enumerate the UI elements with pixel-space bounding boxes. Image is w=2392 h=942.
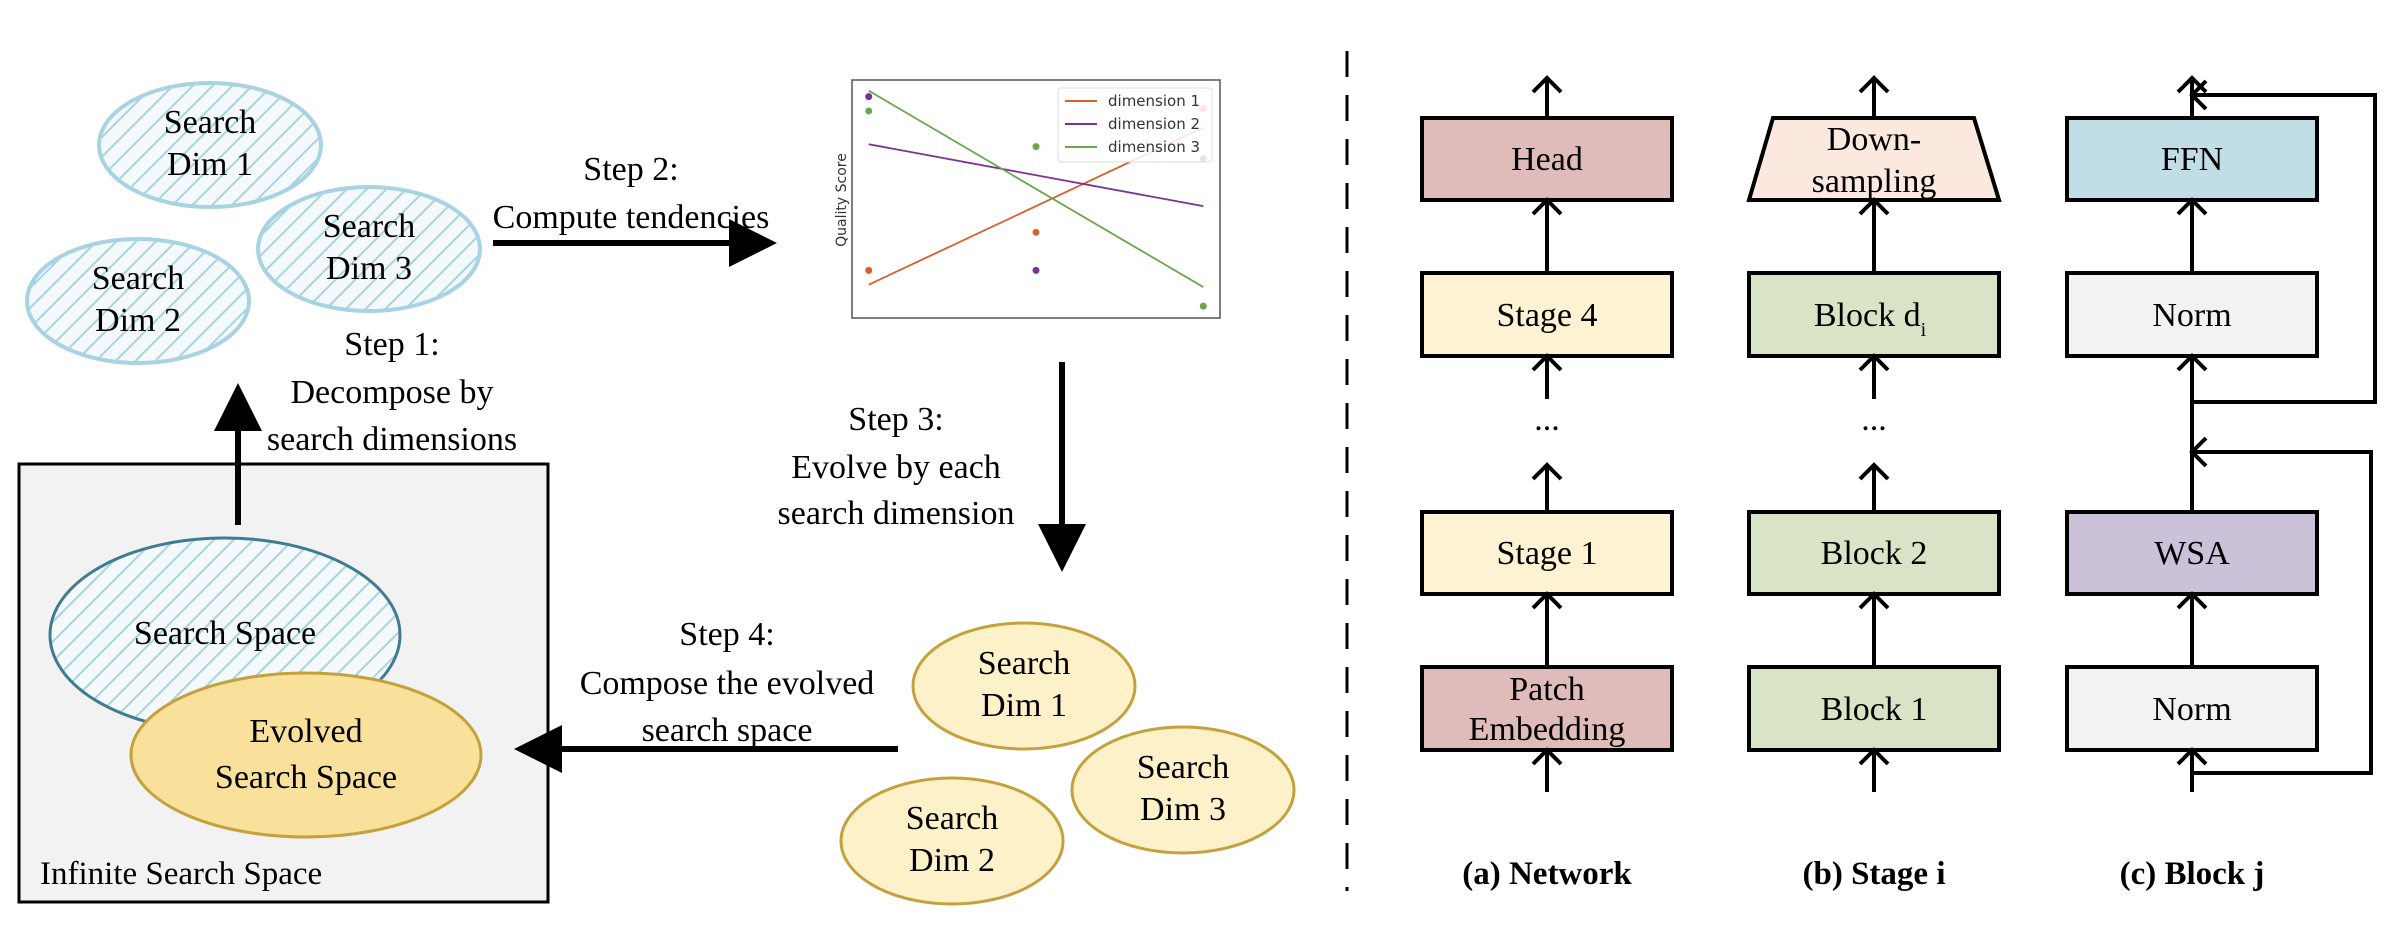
step4-desc: search space	[642, 712, 813, 749]
block2-label: Block 2	[1821, 535, 1928, 572]
evolved-label: Search Space	[215, 759, 397, 796]
down-label: sampling	[1812, 163, 1937, 200]
down-label: Down-	[1827, 121, 1921, 158]
data-point-3	[865, 107, 873, 115]
legend-label: dimension 3	[1108, 138, 1200, 156]
norm-label: Norm	[2152, 297, 2231, 334]
ellipsis: ...	[1534, 401, 1560, 438]
tendency-chart: Quality Score dimension 1 dimension 2 di…	[834, 79, 1221, 319]
step3-title: Step 3:	[848, 401, 943, 438]
evolved-label: Evolved	[249, 713, 362, 750]
evolved-dim-2: Search Dim 2	[839, 776, 1065, 906]
evolved-space-ellipse	[129, 671, 483, 839]
step2-desc: Compute tendencies	[493, 199, 770, 236]
initial-dim-1: Search Dim 1	[97, 81, 323, 209]
right-panel: Head Stage 4 ... Stage 1 Patch Embedding…	[1420, 75, 2377, 892]
caption-block: (c) Block j	[2120, 856, 2265, 892]
step1-desc: Decompose by	[290, 374, 493, 411]
patch-label: Embedding	[1469, 711, 1626, 748]
step4: Step 4: Compose the evolved search space	[580, 616, 875, 749]
step4-desc: Compose the evolved	[580, 665, 875, 702]
legend-label: dimension 2	[1108, 115, 1200, 133]
figure: Search Dim 1 Search Dim 2 Search Dim 3 Step…	[17, 51, 2377, 906]
step3-desc: search dimension	[778, 495, 1015, 532]
data-point-1	[1032, 228, 1040, 236]
legend-label: dimension 1	[1108, 92, 1200, 110]
data-point-3	[1032, 143, 1040, 151]
data-point-1	[865, 266, 873, 274]
step1-title: Step 1:	[344, 326, 439, 363]
ffn-label: FFN	[2161, 141, 2223, 178]
caption-network: (a) Network	[1462, 856, 1632, 892]
initial-dim-2: Search Dim 2	[25, 237, 251, 365]
step2: Step 2: Compute tendencies	[493, 151, 777, 267]
step2-title: Step 2:	[583, 151, 678, 188]
initial-dim-3: Search Dim 3	[256, 185, 482, 313]
stage-column: Down- sampling Block di ... Block 2 Bloc…	[1746, 75, 2002, 892]
stage4-label: Stage 4	[1496, 297, 1597, 334]
infinite-label: Infinite Search Space	[40, 856, 322, 892]
caption-stage: (b) Stage i	[1803, 856, 1946, 892]
data-point-2	[1032, 266, 1040, 274]
step4-title: Step 4:	[679, 616, 774, 653]
evolved-dim-3: Search Dim 3	[1070, 725, 1296, 855]
block1-label: Block 1	[1821, 691, 1928, 728]
norm-label: Norm	[2152, 691, 2231, 728]
step3: Step 3: Evolve by each search dimension	[778, 401, 1015, 532]
legend: dimension 1 dimension 2 dimension 3	[1057, 87, 1213, 163]
block-column: FFN Norm WSA Norm (c) Block j	[2065, 75, 2377, 892]
data-point-3	[1199, 302, 1207, 310]
ellipsis: ...	[1861, 401, 1887, 438]
evolved-dim-1: Search Dim 1	[911, 621, 1137, 751]
network-column: Head Stage 4 ... Stage 1 Patch Embedding…	[1420, 75, 1674, 892]
search-space-label: Search Space	[134, 615, 316, 652]
step1-desc: search dimensions	[267, 421, 517, 458]
stage1-label: Stage 1	[1496, 535, 1597, 572]
head-label: Head	[1511, 141, 1583, 178]
left-panel: Search Dim 1 Search Dim 2 Search Dim 3 Step…	[17, 79, 1296, 906]
infinite-search-space: Search Space Evolved Search Space Infini…	[17, 462, 550, 904]
patch-label: Patch	[1509, 671, 1585, 708]
data-point-2	[865, 93, 873, 101]
step1: Step 1: Decompose by search dimensions	[267, 326, 517, 458]
y-axis-label: Quality Score	[834, 153, 850, 247]
step3-desc: Evolve by each	[791, 449, 1001, 486]
wsa-label: WSA	[2154, 535, 2230, 572]
